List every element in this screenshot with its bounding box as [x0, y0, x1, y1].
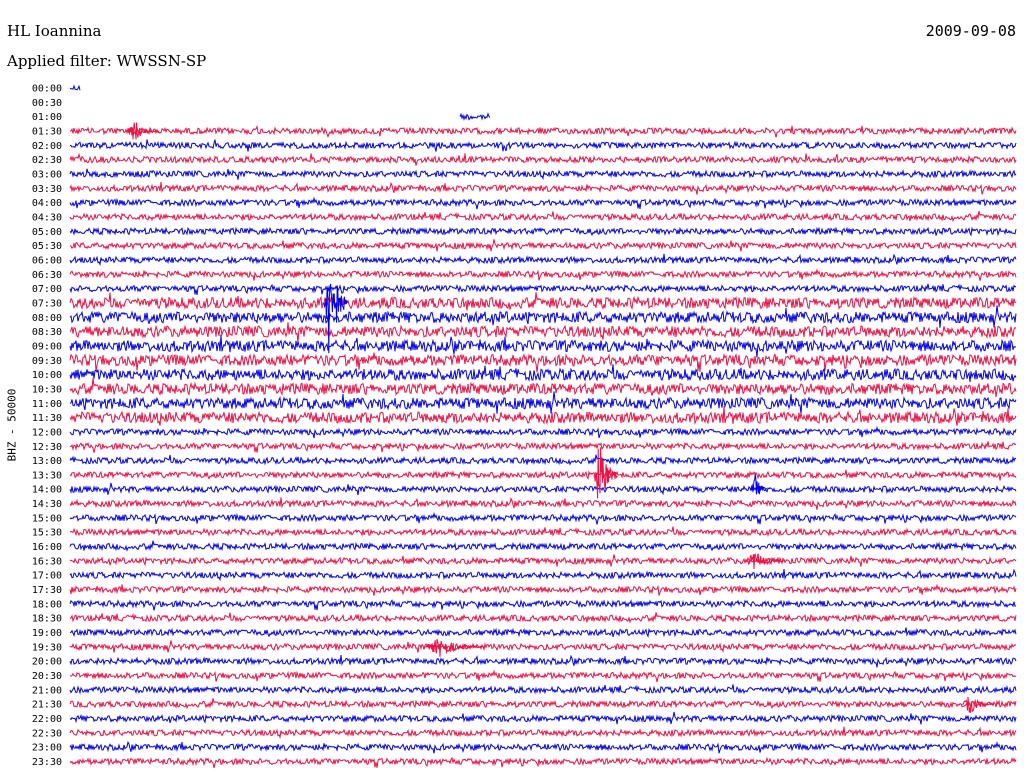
trace-line [69, 226, 1017, 237]
row-time-label: 06:30 [32, 270, 62, 281]
row-time-label: 00:30 [32, 98, 62, 109]
trace-line [459, 112, 491, 121]
trace-line [69, 352, 1017, 373]
row-time-label: 20:30 [32, 671, 62, 682]
trace-line [69, 568, 1017, 582]
row-time-label: 04:00 [32, 198, 62, 209]
row-time-label: 01:00 [32, 112, 62, 123]
trace-line [69, 684, 1017, 695]
row-time-label: 16:00 [32, 542, 62, 553]
row-time-label: 12:30 [32, 442, 62, 453]
trace-line [69, 253, 1017, 267]
trace-line [69, 698, 1017, 710]
row-time-label: 16:30 [32, 556, 62, 567]
trace-line [69, 497, 1017, 510]
row-time-label: 02:30 [32, 155, 62, 166]
row-time-label: 19:00 [32, 628, 62, 639]
trace-line [69, 599, 1017, 611]
row-time-label: 07:30 [32, 298, 62, 309]
trace-line [69, 283, 1017, 295]
trace-line [69, 554, 1017, 567]
row-time-label: 05:00 [32, 227, 62, 238]
trace-line [69, 391, 1017, 414]
trace-line [69, 334, 1017, 358]
trace-line [69, 654, 1017, 668]
row-time-label: 22:30 [32, 728, 62, 739]
row-time-label: 11:00 [32, 399, 62, 410]
row-time-label: 15:00 [32, 513, 62, 524]
trace-line [69, 322, 1017, 343]
trace-line [69, 84, 81, 91]
helicorder-plot: 00:00 00:30 01:00 01:30 02:00 02:30 03:00 03:30… [32, 84, 1017, 769]
row-time-label: 02:00 [32, 141, 62, 152]
trace-line [69, 196, 1017, 210]
row-time-label: 17:30 [32, 585, 62, 596]
trace-line [69, 139, 1017, 152]
row-time-label: 03:00 [32, 169, 62, 180]
row-time-label: 11:30 [32, 413, 62, 424]
trace-line [69, 526, 1017, 538]
row-time-label: 09:00 [32, 341, 62, 352]
trace-line [69, 726, 1017, 739]
row-time-label: 06:00 [32, 255, 62, 266]
trace-line [69, 406, 1017, 426]
row-time-label: 18:00 [32, 599, 62, 610]
trace-line [69, 612, 1017, 624]
trace-line [69, 454, 1017, 466]
row-time-label: 13:30 [32, 470, 62, 481]
trace-line [69, 469, 1017, 481]
row-time-label: 23:30 [32, 757, 62, 768]
row-time-label: 09:30 [32, 356, 62, 367]
row-time-label: 04:30 [32, 212, 62, 223]
row-time-label: 12:00 [32, 427, 62, 438]
row-time-label: 07:00 [32, 284, 62, 295]
trace-line [69, 425, 1017, 439]
trace-line [69, 669, 1017, 683]
row-time-label: 01:30 [32, 126, 62, 137]
trace-line [69, 124, 1017, 139]
trace-line [69, 583, 1017, 596]
trace-line [69, 756, 1017, 769]
trace-line [69, 210, 1017, 223]
row-time-label: 18:30 [32, 614, 62, 625]
trace-line [69, 627, 1017, 638]
trace-line [69, 168, 1017, 181]
trace-line [69, 268, 1017, 281]
trace-line [69, 181, 1017, 195]
row-time-label: 13:00 [32, 456, 62, 467]
row-time-label: 05:30 [32, 241, 62, 252]
row-time-label: 10:00 [32, 370, 62, 381]
row-time-label: 21:30 [32, 700, 62, 711]
trace-line [69, 292, 1017, 311]
row-time-label: 22:00 [32, 714, 62, 725]
trace-line [69, 364, 1017, 383]
row-time-label: 14:00 [32, 485, 62, 496]
row-time-label: 10:30 [32, 384, 62, 395]
row-time-label: 23:00 [32, 743, 62, 754]
event-burst [424, 638, 485, 657]
row-time-label: 17:00 [32, 571, 62, 582]
row-time-label: 08:00 [32, 313, 62, 324]
trace-line [69, 239, 1017, 252]
trace-line [69, 441, 1017, 453]
trace-line [69, 740, 1017, 754]
row-time-label: 14:30 [32, 499, 62, 510]
trace-line [69, 511, 1017, 525]
row-time-label: 00:00 [32, 84, 62, 95]
row-time-label: 21:00 [32, 685, 62, 696]
trace-line [69, 540, 1017, 552]
row-time-label: 20:00 [32, 657, 62, 668]
trace-line [69, 378, 1017, 397]
trace-line [69, 640, 1017, 653]
row-time-label: 08:30 [32, 327, 62, 338]
row-time-label: 15:30 [32, 528, 62, 539]
trace-line [69, 482, 1017, 496]
trace-line [69, 711, 1017, 725]
row-time-label: 19:30 [32, 642, 62, 653]
trace-line [69, 152, 1017, 166]
trace-line [69, 305, 1017, 328]
row-time-label: 03:30 [32, 184, 62, 195]
